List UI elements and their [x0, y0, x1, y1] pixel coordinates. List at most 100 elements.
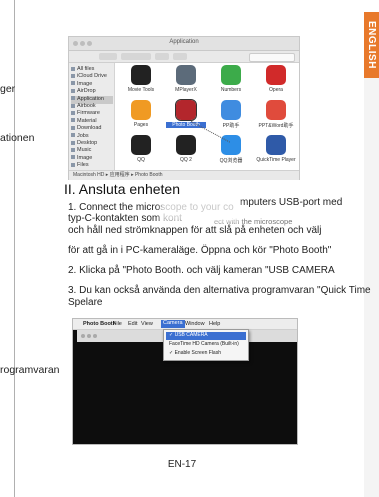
action-button [173, 53, 187, 60]
folder-icon [71, 96, 75, 101]
app-item: Movie Tools [121, 65, 161, 99]
app-icon [175, 99, 197, 121]
app-icon [266, 135, 286, 155]
view-buttons [121, 53, 151, 60]
folder-icon [71, 162, 75, 167]
arrange-button [155, 53, 169, 60]
instruction-line: Spelare [68, 297, 103, 308]
sidebar-item-label: Music [77, 147, 92, 154]
folder-icon [71, 110, 75, 115]
window-zoom-dot [93, 334, 97, 338]
folder-icon [71, 133, 75, 138]
instruction-line: 3. Du kan också använda den alternativa … [68, 285, 371, 296]
app-item: Pages [121, 100, 161, 134]
app-icon [221, 100, 241, 120]
finder-sidebar: All files iCloud Drive Image AirDrop Applica… [69, 63, 115, 170]
folder-icon [71, 66, 75, 71]
folder-icon [71, 155, 75, 160]
sidebar-item-label: Material [77, 117, 97, 124]
language-tab-label: ENGLISH [366, 21, 377, 69]
app-item: Numbers [211, 65, 251, 99]
menu-item: Edit [128, 321, 138, 327]
instruction-line: 2. Klicka på "Photo Booth. och välj kame… [68, 265, 335, 276]
folder-icon [71, 103, 75, 108]
window-close-dot [81, 334, 85, 338]
manual-page: ger ationen rogramvaran ENGLISH Applicat… [0, 0, 379, 497]
app-label: Opera [269, 87, 283, 93]
sidebar-item-label: Airbook [77, 103, 96, 109]
finder-screenshot: Application All files iCloud Drive Image Ai… [68, 36, 300, 180]
folder-icon [71, 147, 75, 152]
finder-path-bar: Macintosh HD ▸ 应用程序 ▸ Photo Booth [69, 170, 299, 180]
folder-icon [71, 73, 75, 78]
previous-page-text-fragment: ationen [0, 132, 35, 144]
sidebar-item-label: Download [77, 125, 102, 132]
sidebar-item-label: Image [77, 154, 93, 161]
folder-icon [71, 88, 75, 93]
nav-buttons [99, 53, 117, 60]
menu-item: Window [185, 321, 205, 327]
app-icon [131, 65, 151, 85]
instruction-line: mputers USB-port med [240, 197, 343, 208]
app-icon [266, 65, 286, 85]
app-item: MPlayerX [166, 65, 206, 99]
instruction-line: och håll ned strömknappen för att slå på… [68, 225, 322, 236]
dropdown-item: ✓ Enable Screen Flash [169, 350, 221, 356]
sidebar-item-label: AirDrop [77, 88, 96, 95]
app-icon [176, 65, 196, 85]
sidebar-item-label: Application [77, 95, 104, 102]
sidebar-item-label: Firmware [77, 110, 100, 117]
app-label: QQ 2 [180, 157, 192, 163]
sidebar-item-label: Files [77, 162, 89, 169]
app-icon [131, 100, 151, 120]
app-icon [266, 100, 286, 120]
app-item: QuickTime Player [256, 135, 296, 169]
sidebar-item-label: Desktop [77, 140, 98, 146]
instruction-line: för att gå in i PC-kameraläge. Öppna och… [68, 245, 332, 256]
finder-path-text: Macintosh HD ▸ 应用程序 ▸ Photo Booth [73, 172, 163, 178]
previous-page-text-fragment: rogramvaran [0, 364, 60, 376]
sidebar-item: Files [71, 162, 113, 170]
app-item: PPT&Word助手 [256, 100, 296, 134]
app-icon [221, 65, 241, 85]
camera-dropdown-menu: ✓ USB CAMERA FaceTime HD Camera (Built-in… [163, 329, 249, 361]
window-minimize-dot [87, 334, 91, 338]
app-item: Opera [256, 65, 296, 99]
app-label: Numbers [220, 87, 242, 93]
finder-app-grid: Movie Tools MPlayerX Numbers Opera Pages Phot… [115, 63, 299, 170]
app-label: QQ浏览器 [219, 158, 243, 164]
sidebar-item-label: Jobs [77, 132, 89, 139]
app-label: QQ [137, 157, 145, 163]
sidebar-item-label: All files [77, 66, 95, 72]
menu-item: Photo Booth [83, 321, 116, 327]
app-icon [176, 135, 196, 155]
print-smudge [160, 200, 240, 222]
menu-item: Help [209, 321, 221, 327]
app-item: PP助手 [211, 100, 251, 134]
folder-icon [71, 125, 75, 130]
page-number: EN-17 [167, 459, 197, 470]
menu-item: File [113, 321, 122, 327]
finder-window-title: Application [169, 39, 199, 45]
app-label: Pages [133, 122, 149, 128]
folder-icon [71, 140, 75, 145]
folder-icon [71, 81, 75, 86]
photobooth-screenshot: Photo Booth File Edit View Camera Window Help … [72, 318, 298, 445]
menu-item: View [141, 321, 153, 327]
app-item: QQ 2 [166, 135, 206, 169]
sidebar-item-label: Image [77, 80, 93, 87]
app-label: PP助手 [222, 123, 240, 129]
app-item: QQ浏览器 [211, 135, 251, 169]
app-label: MPlayerX [175, 87, 197, 93]
sidebar-item-label: iCloud Drive [77, 73, 107, 80]
language-side-tab: ENGLISH [364, 12, 379, 497]
section-heading: II. Ansluta enheten [64, 181, 180, 197]
finder-toolbar [69, 51, 299, 63]
dropdown-item: ✓ USB CAMERA [166, 332, 246, 340]
app-item: Photo Booth [166, 99, 206, 134]
menu-item: Camera [161, 320, 185, 328]
finder-titlebar: Application [69, 37, 299, 51]
app-label: Movie Tools [127, 87, 155, 93]
app-item: QQ [121, 135, 161, 169]
app-label: PPT&Word助手 [258, 123, 294, 129]
